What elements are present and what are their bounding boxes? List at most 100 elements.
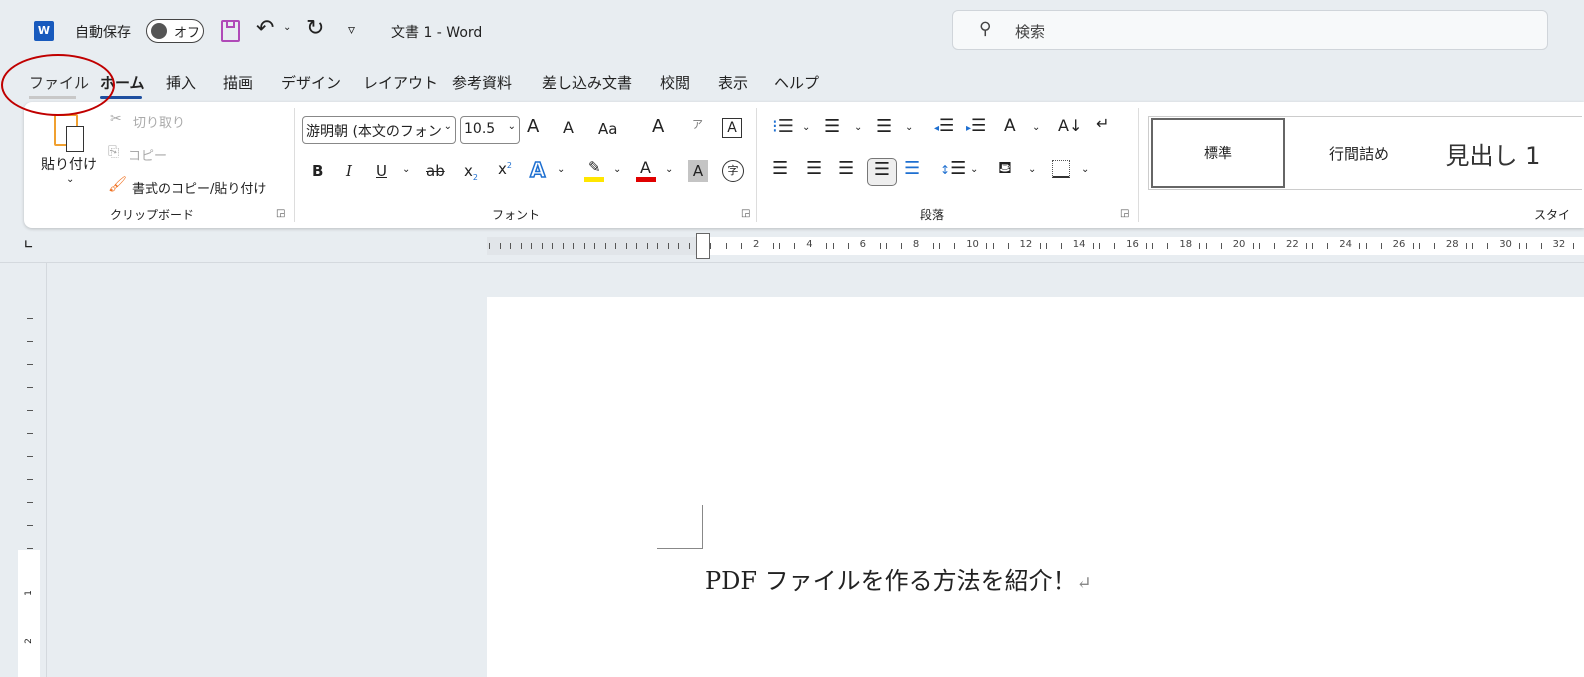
ruler-tick (594, 243, 595, 249)
ruler-tick (885, 243, 887, 249)
subscript-button[interactable]: x2 (464, 162, 478, 182)
paragraph-launcher-icon[interactable]: ◲ (1120, 208, 1129, 219)
italic-button[interactable]: I (346, 162, 352, 180)
text-direction-dropdown-icon[interactable]: ⌄ (1032, 122, 1040, 133)
phonetic-guide-button[interactable]: ア (692, 116, 703, 132)
text-direction-button[interactable]: A (1004, 116, 1016, 136)
font-launcher-icon[interactable]: ◲ (741, 208, 750, 219)
ruler-tick (741, 243, 742, 249)
format-painter-button[interactable]: 書式のコピー/貼り付け (132, 178, 266, 197)
strikethrough-button[interactable]: ab (426, 162, 445, 180)
decrease-indent-button[interactable]: ◂☰ (934, 116, 954, 136)
vertical-ruler[interactable]: 1 2 (18, 300, 40, 677)
justify-button[interactable]: ☰ (867, 158, 897, 186)
ruler-label: 8 (912, 239, 920, 250)
tab-help[interactable]: ヘルプ (774, 72, 819, 93)
highlight-dropdown-icon[interactable]: ⌄ (613, 164, 621, 175)
ruler-tick (562, 243, 564, 249)
customize-qat-icon[interactable]: ▿ (348, 22, 355, 38)
ruler-tick (939, 243, 941, 249)
indent-marker-icon[interactable] (696, 233, 710, 259)
underline-button[interactable]: U (376, 162, 387, 180)
style-no-spacing[interactable]: 行間詰め (1289, 117, 1429, 189)
paragraph-group-label: 段落 (920, 208, 945, 222)
ruler-tick (27, 410, 33, 411)
autosave-toggle[interactable]: オフ (146, 19, 204, 43)
numbering-dropdown-icon[interactable]: ⌄ (854, 122, 862, 133)
font-color-dropdown-icon[interactable]: ⌄ (665, 164, 673, 175)
highlight-button[interactable]: ✎ (584, 158, 606, 182)
line-spacing-dropdown-icon[interactable]: ⌄ (970, 164, 978, 175)
ruler-tick (657, 243, 658, 249)
tab-insert[interactable]: 挿入 (166, 72, 196, 93)
tab-selector-icon[interactable]: ∟ (24, 238, 33, 251)
margin-crop-mark (657, 505, 703, 549)
align-left-button[interactable]: ☰ (772, 158, 788, 179)
multilevel-list-button[interactable]: ☰ (876, 116, 892, 137)
text-effects-button[interactable]: A (529, 157, 546, 183)
save-icon[interactable] (221, 20, 240, 42)
character-shading-button[interactable]: A (688, 160, 708, 182)
font-color-button[interactable]: A (636, 158, 658, 182)
paste-icon[interactable] (54, 114, 84, 152)
document-page[interactable]: PDF ファイルを作る方法を紹介！↵ (487, 297, 1584, 677)
shrink-font-button[interactable]: A (563, 118, 574, 137)
clipboard-launcher-icon[interactable]: ◲ (276, 208, 285, 219)
cut-button[interactable]: 切り取り (133, 112, 185, 131)
borders-dropdown-icon[interactable]: ⌄ (1081, 164, 1089, 175)
increase-indent-button[interactable]: ▸☰ (966, 116, 986, 136)
text-effects-dropdown-icon[interactable]: ⌄ (557, 164, 565, 175)
undo-icon[interactable]: ↶ (256, 16, 274, 41)
ruler-tick (27, 387, 33, 388)
ruler-tick (27, 318, 33, 319)
tab-design[interactable]: デザイン (281, 72, 341, 93)
tab-draw[interactable]: 描画 (223, 72, 253, 93)
tab-review[interactable]: 校閲 (660, 72, 690, 93)
paste-dropdown-icon[interactable]: ⌄ (66, 174, 74, 185)
change-case-button[interactable]: Aa (598, 120, 617, 138)
clear-formatting-button[interactable]: A (652, 116, 664, 137)
enclose-characters-button[interactable]: 字 (722, 160, 744, 182)
sort-button[interactable]: A↓ (1058, 116, 1082, 135)
font-name-select[interactable]: 游明朝 (本文のフォン ⌄ (302, 116, 456, 144)
search-box[interactable]: ⚲ 検索 (952, 10, 1548, 50)
borders-button[interactable] (1052, 160, 1070, 178)
style-heading-1[interactable]: 見出し 1 (1433, 117, 1553, 189)
tab-layout[interactable]: レイアウト (363, 72, 438, 93)
tab-mailings[interactable]: 差し込み文書 (542, 72, 632, 93)
shading-dropdown-icon[interactable]: ⌄ (1028, 164, 1036, 175)
paste-button[interactable]: 貼り付け (41, 154, 97, 174)
shading-button[interactable]: ⛾ (998, 158, 1012, 180)
document-paragraph[interactable]: PDF ファイルを作る方法を紹介！↵ (705, 561, 1092, 596)
style-normal[interactable]: 標準 (1151, 118, 1285, 188)
bullets-dropdown-icon[interactable]: ⌄ (802, 122, 810, 133)
line-spacing-button[interactable]: ↕☰ (940, 158, 966, 179)
multilevel-dropdown-icon[interactable]: ⌄ (905, 122, 913, 133)
bullets-button[interactable]: ⁝☰ (772, 116, 794, 137)
ruler-tick (1259, 243, 1260, 249)
superscript-button[interactable]: x2 (498, 160, 512, 178)
ruler-tick (726, 243, 727, 249)
annotation-circle (1, 54, 115, 116)
show-formatting-marks-button[interactable]: ↵ (1096, 114, 1109, 133)
ruler-label: 14 (1072, 239, 1086, 250)
copy-button[interactable]: コピー (128, 145, 167, 164)
horizontal-ruler[interactable]: 2 4 6 8 10 12 14 16 18 20 22 24 26 28 30 32 (487, 233, 1584, 259)
align-right-button[interactable]: ☰ (838, 158, 854, 179)
character-border-button[interactable]: A (722, 118, 742, 138)
font-group-label: フォント (492, 208, 541, 222)
bold-button[interactable]: B (312, 162, 323, 180)
tab-references[interactable]: 参考資料 (452, 72, 512, 93)
undo-dropdown-icon[interactable]: ⌄ (283, 22, 291, 33)
ruler-tick (1365, 243, 1367, 249)
numbering-button[interactable]: ☰ (824, 116, 840, 137)
align-center-button[interactable]: ☰ (806, 158, 822, 179)
font-size-select[interactable]: 10.5 ⌄ (460, 116, 520, 144)
ruler-tick (541, 243, 543, 249)
underline-dropdown-icon[interactable]: ⌄ (402, 164, 410, 175)
redo-icon[interactable]: ↻ (306, 16, 324, 41)
tab-view[interactable]: 表示 (718, 72, 748, 93)
distributed-button[interactable]: ☰ (904, 158, 920, 179)
grow-font-button[interactable]: A (527, 116, 539, 137)
ruler-tick (1114, 243, 1116, 249)
